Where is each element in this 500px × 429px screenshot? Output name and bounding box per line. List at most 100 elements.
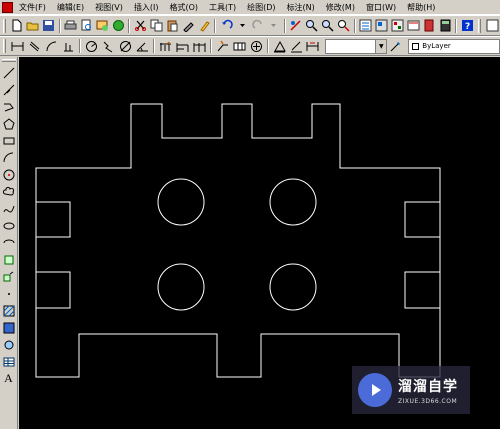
tolerance-icon[interactable] xyxy=(232,39,247,54)
save-icon[interactable] xyxy=(42,18,56,33)
menu-modify[interactable]: 修改(M) xyxy=(326,2,355,13)
center-mark-icon[interactable] xyxy=(249,39,264,54)
dimension-toolbar: ▼ ByLayer xyxy=(0,36,500,56)
insert-block-icon[interactable] xyxy=(2,252,16,267)
jogged-dimension-icon[interactable] xyxy=(101,39,116,54)
design-center-icon[interactable] xyxy=(375,18,389,33)
hole-top-left xyxy=(157,178,205,226)
watermark-subtitle: ZIXUE.3D66.COM xyxy=(398,397,458,405)
toolbar-separator xyxy=(58,18,61,33)
menu-window[interactable]: 窗口(W) xyxy=(366,2,396,13)
hatch-icon[interactable] xyxy=(2,303,16,318)
hole-bottom-right xyxy=(269,263,317,311)
menu-view[interactable]: 视图(V) xyxy=(95,2,123,13)
toolbar-grip[interactable] xyxy=(3,18,6,33)
undo-icon[interactable] xyxy=(219,18,233,33)
markup-icon[interactable] xyxy=(422,18,436,33)
construction-line-icon[interactable] xyxy=(2,82,16,97)
menu-dimension[interactable]: 标注(N) xyxy=(287,2,315,13)
toolbar-separator xyxy=(214,18,217,33)
block-editor-icon[interactable] xyxy=(197,18,211,33)
dimension-edit-icon[interactable] xyxy=(272,39,287,54)
dimension-update-icon[interactable] xyxy=(306,39,321,54)
gradient-icon[interactable] xyxy=(2,320,16,335)
properties-icon[interactable] xyxy=(359,18,373,33)
aligned-dimension-icon[interactable] xyxy=(27,39,42,54)
workspace-icon[interactable] xyxy=(485,18,499,33)
toolbar-separator xyxy=(152,39,155,53)
toolbar-grip[interactable] xyxy=(1,59,16,62)
multiline-text-tool[interactable]: A xyxy=(2,371,16,386)
menu-help[interactable]: 帮助(H) xyxy=(407,2,435,13)
toolbar-separator xyxy=(455,18,458,33)
line-icon[interactable] xyxy=(2,65,16,80)
toolbar-grip[interactable] xyxy=(478,18,482,33)
arc-icon[interactable] xyxy=(2,150,16,165)
help-icon[interactable]: ? xyxy=(460,18,474,33)
calculator-icon[interactable] xyxy=(438,18,452,33)
zoom-previous-icon[interactable] xyxy=(337,18,351,33)
copy-icon[interactable] xyxy=(149,18,163,33)
open-folder-icon[interactable] xyxy=(26,18,40,33)
spline-icon[interactable] xyxy=(2,201,16,216)
quick-dimension-icon[interactable] xyxy=(158,39,173,54)
arc-length-icon[interactable] xyxy=(44,39,59,54)
standard-toolbar: ? xyxy=(0,15,500,36)
menu-draw[interactable]: 绘图(D) xyxy=(247,2,275,13)
baseline-dimension-icon[interactable] xyxy=(175,39,190,54)
continue-dimension-icon[interactable] xyxy=(192,39,207,54)
ellipse-icon[interactable] xyxy=(2,218,16,233)
ordinate-dimension-icon[interactable] xyxy=(61,39,76,54)
region-icon[interactable] xyxy=(2,337,16,352)
quick-leader-icon[interactable] xyxy=(215,39,230,54)
polyline-icon[interactable] xyxy=(2,99,16,114)
make-block-icon[interactable] xyxy=(2,269,16,284)
redo-dropdown-icon[interactable] xyxy=(267,18,281,33)
zoom-realtime-icon[interactable] xyxy=(305,18,319,33)
publish-icon[interactable] xyxy=(96,18,110,33)
dimension-style-dropdown[interactable]: ▼ xyxy=(325,38,388,54)
print-icon[interactable] xyxy=(64,18,78,33)
menu-file[interactable]: 文件(F) xyxy=(19,2,46,13)
menu-insert[interactable]: 插入(I) xyxy=(134,2,159,13)
menu-format[interactable]: 格式(O) xyxy=(169,2,198,13)
ellipse-arc-icon[interactable] xyxy=(2,235,16,250)
toolbar-separator xyxy=(128,18,131,33)
diameter-dimension-icon[interactable] xyxy=(118,39,133,54)
revision-cloud-icon[interactable] xyxy=(2,184,16,199)
sheet-set-icon[interactable] xyxy=(406,18,420,33)
3d-dwf-icon[interactable] xyxy=(112,18,126,33)
dimension-style-icon[interactable] xyxy=(388,39,403,54)
rectangle-icon[interactable] xyxy=(2,133,16,148)
cut-icon[interactable] xyxy=(133,18,147,33)
layer-color-dropdown[interactable]: ByLayer xyxy=(408,38,500,54)
angular-dimension-icon[interactable] xyxy=(135,39,150,54)
pan-icon[interactable] xyxy=(289,18,303,33)
undo-dropdown-icon[interactable] xyxy=(235,18,249,33)
app-icon[interactable] xyxy=(2,1,13,13)
radius-dimension-icon[interactable] xyxy=(84,39,99,54)
table-icon[interactable] xyxy=(2,354,16,369)
left-upper-notch xyxy=(36,201,71,238)
new-file-icon[interactable] xyxy=(10,18,24,33)
polygon-icon[interactable] xyxy=(2,116,16,131)
print-preview-icon[interactable] xyxy=(80,18,94,33)
menu-tools[interactable]: 工具(T) xyxy=(209,2,236,13)
color-swatch xyxy=(412,42,420,50)
toolbar-separator xyxy=(78,39,81,53)
linear-dimension-icon[interactable] xyxy=(10,39,25,54)
draw-toolbar: A xyxy=(0,57,18,429)
dimension-text-edit-icon[interactable] xyxy=(289,39,304,54)
play-logo-icon xyxy=(358,373,392,407)
hole-bottom-left xyxy=(157,263,205,311)
toolbar-grip[interactable] xyxy=(3,39,6,53)
paste-icon[interactable] xyxy=(165,18,179,33)
tool-palettes-icon[interactable] xyxy=(391,18,405,33)
circle-icon[interactable] xyxy=(2,167,16,182)
menu-edit[interactable]: 编辑(E) xyxy=(57,2,84,13)
redo-icon[interactable] xyxy=(251,18,265,33)
point-icon[interactable] xyxy=(2,286,16,301)
zoom-window-icon[interactable] xyxy=(321,18,335,33)
watermark-title: 溜溜自学 xyxy=(398,378,458,395)
match-properties-icon[interactable] xyxy=(181,18,195,33)
